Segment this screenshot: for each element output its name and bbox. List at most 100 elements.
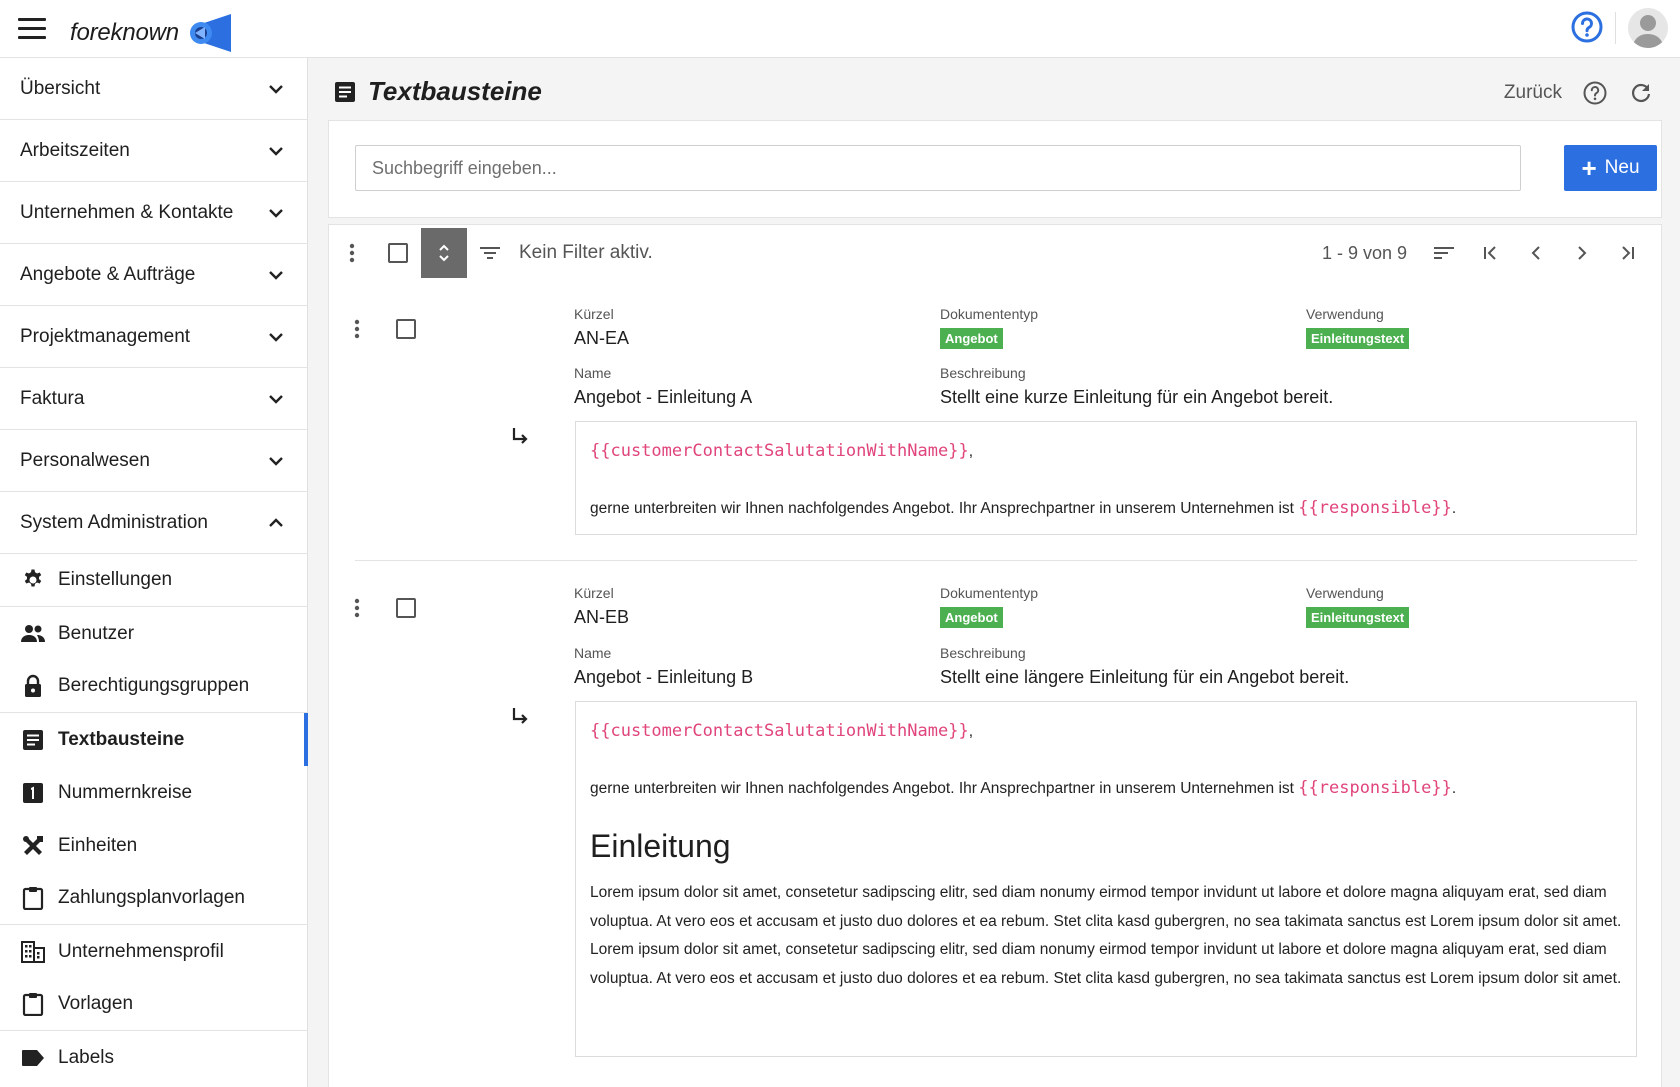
help-icon[interactable] bbox=[1570, 10, 1604, 44]
sidebar-section-label: Unternehmen & Kontakte bbox=[20, 201, 234, 223]
sidebar-section-system-administration[interactable]: System Administration bbox=[0, 492, 307, 554]
field-kuerzel: Kürzel AN-EA bbox=[574, 306, 629, 349]
placeholder-variable: {{customerContactSalutationWithName}} bbox=[590, 441, 969, 461]
sidebar-item-einstellungen[interactable]: Einstellungen bbox=[0, 554, 307, 607]
sidebar-section-label: Arbeitszeiten bbox=[20, 139, 130, 161]
sidebar-item-labels[interactable]: Labels bbox=[0, 1031, 307, 1084]
placeholder-variable: {{customerContactSalutationWithName}} bbox=[590, 721, 969, 741]
sidebar-item-label: Nummernkreise bbox=[58, 781, 193, 803]
sidebar-item-zahlungsplanvorlagen[interactable]: Zahlungsplanvorlagen bbox=[0, 872, 307, 925]
sidebar-item-label: Textbausteine bbox=[58, 728, 185, 750]
sidebar-section-faktura[interactable]: Faktura bbox=[0, 368, 307, 430]
sidebar-item-benutzer[interactable]: Benutzer bbox=[0, 607, 307, 660]
field-label: Kürzel bbox=[574, 306, 614, 322]
help-icon[interactable] bbox=[1582, 80, 1608, 106]
main-content: Textbausteine Zurück + Neu bbox=[308, 58, 1680, 1087]
chevron-down-icon bbox=[269, 332, 283, 342]
avatar[interactable] bbox=[1628, 8, 1668, 48]
gear-icon bbox=[20, 567, 46, 593]
subdirectory-arrow-icon bbox=[512, 428, 528, 444]
salutation-line: {{customerContactSalutationWithName}}, bbox=[590, 718, 1622, 747]
status-badge: Einleitungstext bbox=[1306, 328, 1410, 349]
last-page-icon[interactable] bbox=[1605, 225, 1651, 281]
lock-icon bbox=[20, 673, 46, 699]
sidebar-item-vorlagen[interactable]: Vorlagen bbox=[0, 978, 307, 1031]
search-card: + Neu bbox=[328, 120, 1662, 218]
sidebar-item-label: Vorlagen bbox=[58, 993, 134, 1014]
row-checkbox[interactable] bbox=[393, 316, 419, 342]
checkbox-box bbox=[396, 319, 416, 339]
clipboard-icon bbox=[20, 885, 46, 911]
salutation-line: {{customerContactSalutationWithName}}, bbox=[590, 438, 1622, 467]
more-vert-icon[interactable] bbox=[329, 225, 375, 281]
list-toolbar: Kein Filter aktiv. 1 - 9 von 9 bbox=[328, 224, 1662, 282]
sidebar-section-angebote-auftraege[interactable]: Angebote & Aufträge bbox=[0, 244, 307, 306]
sidebar: Übersicht Arbeitszeiten Unternehmen & Ko… bbox=[0, 58, 308, 1087]
page-title: Textbausteine bbox=[368, 76, 542, 106]
more-vert-icon[interactable] bbox=[343, 593, 371, 623]
sidebar-section-unternehmen-kontakte[interactable]: Unternehmen & Kontakte bbox=[0, 182, 307, 244]
more-vert-icon[interactable] bbox=[343, 314, 371, 344]
sidebar-section-label: Übersicht bbox=[20, 77, 101, 99]
plus-icon: + bbox=[1581, 153, 1597, 183]
field-value: Stellt eine längere Einleitung für ein A… bbox=[940, 667, 1350, 687]
chevron-down-icon bbox=[269, 456, 283, 466]
checkbox-box bbox=[396, 598, 416, 618]
field-value: Angebot - Einleitung B bbox=[574, 667, 754, 687]
header-divider bbox=[1615, 12, 1616, 44]
first-page-icon[interactable] bbox=[1467, 225, 1513, 281]
clipboard-icon bbox=[20, 991, 46, 1017]
filter-status: Kein Filter aktiv. bbox=[519, 242, 653, 263]
chevron-down-icon bbox=[269, 208, 283, 218]
sidebar-item-nummernkreise[interactable]: Nummernkreise bbox=[0, 766, 307, 819]
field-label: Verwendung bbox=[1306, 306, 1384, 322]
previous-page-icon[interactable] bbox=[1513, 225, 1559, 281]
paragraph-text: . bbox=[1451, 779, 1457, 797]
sort-icon[interactable] bbox=[1421, 225, 1467, 281]
field-dokumententyp: Dokumententyp Angebot bbox=[940, 585, 1038, 628]
hamburger-menu-icon[interactable] bbox=[18, 18, 46, 40]
sidebar-item-label: Einheiten bbox=[58, 834, 138, 856]
text-block-content: {{customerContactSalutationWithName}}, g… bbox=[575, 421, 1637, 535]
brand-name: foreknown bbox=[70, 19, 179, 46]
sidebar-item-label: Unternehmensprofil bbox=[58, 940, 224, 962]
paragraph-text: . bbox=[1451, 499, 1457, 517]
sidebar-item-label: Einstellungen bbox=[58, 569, 173, 590]
field-label: Name bbox=[574, 645, 612, 661]
salutation-suffix: , bbox=[968, 723, 974, 740]
expand-collapse-button[interactable] bbox=[421, 228, 467, 278]
sidebar-item-berechtigungsgruppen[interactable]: Berechtigungsgruppen bbox=[0, 660, 307, 713]
back-button[interactable]: Zurück bbox=[1504, 82, 1562, 104]
new-button[interactable]: + Neu bbox=[1564, 145, 1657, 191]
sidebar-item-label: Berechtigungsgruppen bbox=[58, 675, 250, 696]
sidebar-section-personalwesen[interactable]: Personalwesen bbox=[0, 430, 307, 492]
row-checkbox[interactable] bbox=[393, 595, 419, 621]
pager-range: 1 - 9 von 9 bbox=[1321, 242, 1407, 263]
brand[interactable]: foreknown bbox=[70, 14, 233, 52]
brand-logo-icon bbox=[189, 14, 231, 52]
chevron-down-icon bbox=[269, 394, 283, 404]
sidebar-section-label: Faktura bbox=[20, 387, 85, 409]
sidebar-item-textbausteine[interactable]: Textbausteine bbox=[0, 713, 308, 766]
sidebar-item-einheiten[interactable]: Einheiten bbox=[0, 819, 307, 872]
sidebar-item-unternehmensprofil[interactable]: Unternehmensprofil bbox=[0, 925, 307, 978]
filter-icon[interactable] bbox=[467, 225, 513, 281]
paragraph-text: gerne unterbreiten wir Ihnen nachfolgend… bbox=[590, 779, 1299, 797]
search-input[interactable] bbox=[355, 145, 1521, 191]
placeholder-variable: {{responsible}} bbox=[1298, 777, 1452, 798]
sidebar-section-projektmanagement[interactable]: Projektmanagement bbox=[0, 306, 307, 368]
field-dokumententyp: Dokumententyp Angebot bbox=[940, 306, 1038, 349]
sidebar-section-uebersicht[interactable]: Übersicht bbox=[0, 58, 307, 120]
tools-icon bbox=[20, 833, 46, 859]
sidebar-section-arbeitszeiten[interactable]: Arbeitszeiten bbox=[0, 120, 307, 182]
placeholder-variable: {{responsible}} bbox=[1298, 497, 1452, 518]
sidebar-section-label: Projektmanagement bbox=[20, 325, 191, 347]
new-button-label: Neu bbox=[1604, 157, 1640, 178]
number-one-icon bbox=[20, 780, 46, 806]
chevron-up-icon bbox=[269, 517, 283, 527]
field-label: Name bbox=[574, 365, 612, 381]
select-all-checkbox[interactable] bbox=[375, 225, 421, 281]
next-page-icon[interactable] bbox=[1559, 225, 1605, 281]
field-kuerzel: Kürzel AN-EB bbox=[574, 585, 629, 628]
refresh-icon[interactable] bbox=[1628, 80, 1654, 106]
